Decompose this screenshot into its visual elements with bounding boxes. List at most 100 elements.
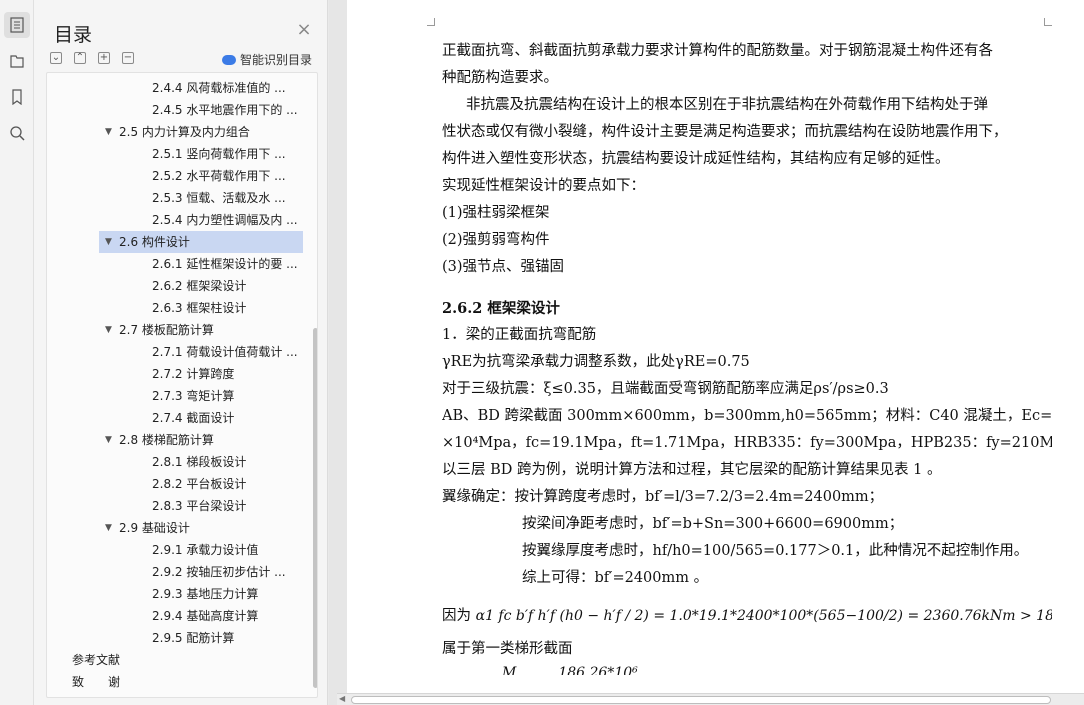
toc-item[interactable]: 2.8.2 平台板设计 — [47, 473, 317, 495]
toc-panel: 目录 × ⌄ ⌃ + − 智能识别目录 2.4.4 风荷载标准值的 ... 2.4… — [34, 0, 328, 705]
search-icon[interactable] — [4, 120, 30, 146]
toc-toolbar: ⌄ ⌃ + − — [50, 52, 134, 64]
page-body: 正截面抗弯、斜截面抗剪承载力要求计算构件的配筋数量。对于钢筋混凝土构件还有各 种配… — [442, 38, 1052, 675]
paragraph: 1．梁的正截面抗弯配筋 — [442, 327, 597, 343]
toc-item-label: 2.7.3 弯矩计算 — [152, 389, 235, 403]
remove-icon[interactable]: − — [122, 52, 134, 64]
chevron-down-icon[interactable]: ▼ — [105, 319, 112, 341]
toc-item[interactable]: 2.6.2 框架梁设计 — [47, 275, 317, 297]
chevron-down-icon[interactable]: ▼ — [105, 517, 112, 539]
toc-item[interactable]: ▼ 2.5 内力计算及内力组合 — [47, 121, 317, 143]
toc-item[interactable]: 2.9.3 基地压力计算 — [47, 583, 317, 605]
toc-item[interactable]: 致 谢 — [47, 671, 317, 693]
paragraph: 按梁间净距考虑时，bf′=b+Sn=300+6600=6900mm； — [522, 516, 904, 532]
toc-item-label: 2.7 楼板配筋计算 — [119, 323, 214, 337]
toc-scrollbar[interactable] — [313, 328, 317, 688]
close-icon[interactable]: × — [296, 21, 312, 39]
cloud-icon — [222, 54, 236, 65]
toc-item[interactable]: 2.7.1 荷载设计值荷载计 ... — [47, 341, 317, 363]
toc-item-label: 2.4.5 水平地震作用下的 ... — [152, 103, 298, 117]
paragraph: 构件进入塑性变形状态，抗震结构要设计成延性结构，其结构应有足够的延性。 — [442, 151, 950, 167]
toc-item[interactable]: 2.4.4 风荷载标准值的 ... — [47, 77, 317, 99]
scroll-left-icon[interactable]: ◀ — [339, 694, 345, 703]
toc-item[interactable]: 2.9.2 按轴压初步估计 ... — [47, 561, 317, 583]
smart-toc-label: 智能识别目录 — [240, 53, 313, 67]
toc-title: 目录 — [54, 24, 93, 46]
paragraph: 以三层 BD 跨为例，说明计算方法和过程，其它层梁的配筋计算结果见表 1 。 — [442, 462, 942, 478]
toc-item[interactable]: ▼ 2.8 楼梯配筋计算 — [47, 429, 317, 451]
toc-item-label: 2.7.2 计算跨度 — [152, 367, 235, 381]
horizontal-scrollbar[interactable]: ◀ — [337, 693, 1084, 705]
paragraph: 对于三级抗震：ξ≤0.35，且端截面受弯钢筋配筋率应满足ρs′/ρs≥0.3 — [442, 381, 889, 397]
toc-item[interactable]: 参考文献 — [47, 649, 317, 671]
folder-tree-icon[interactable] — [4, 48, 30, 74]
document-icon[interactable] — [4, 12, 30, 38]
toc-item[interactable]: ▼ 2.6 构件设计 — [99, 231, 303, 253]
paragraph-group: 正截面抗弯、斜截面抗剪承载力要求计算构件的配筋数量。对于钢筋混凝土构件还有各 种配… — [442, 38, 1052, 592]
paragraph: γRE为抗弯梁承载力调整系数，此处γRE=0.75 — [442, 354, 750, 370]
toc-item-label: 2.5.4 内力塑性调幅及内 ... — [152, 213, 298, 227]
toc-item-label: 2.8.3 平台梁设计 — [152, 499, 247, 513]
toc-item[interactable]: 2.5.3 恒载、活载及水 ... — [47, 187, 317, 209]
toc-item-label: 2.5 内力计算及内力组合 — [119, 125, 250, 139]
toc-item[interactable]: ▼ 2.7 楼板配筋计算 — [47, 319, 317, 341]
toc-item[interactable]: 2.4.5 水平地震作用下的 ... — [47, 99, 317, 121]
chevron-down-icon[interactable]: ▼ — [105, 429, 112, 451]
toc-item-label: 2.8.1 梯段板设计 — [152, 455, 247, 469]
toc-item[interactable]: 2.5.4 内力塑性调幅及内 ... — [47, 209, 317, 231]
toc-item-label: 2.7.4 截面设计 — [152, 411, 235, 425]
side-rail — [0, 0, 34, 705]
add-icon[interactable]: + — [98, 52, 110, 64]
bookmark-icon[interactable] — [4, 84, 30, 110]
toc-item-label: 2.9 基础设计 — [119, 521, 190, 535]
toc-item[interactable]: 2.9.5 配筋计算 — [47, 627, 317, 649]
section-heading: 2.6.2 框架梁设计 — [442, 300, 560, 317]
chevron-down-icon[interactable]: ▼ — [105, 121, 112, 143]
toc-item[interactable]: 2.7.4 截面设计 — [47, 407, 317, 429]
toc-item[interactable]: 2.6.3 框架柱设计 — [47, 297, 317, 319]
toc-item[interactable]: 2.5.1 竖向荷载作用下 ... — [47, 143, 317, 165]
toc-item-label: 2.5.3 恒载、活载及水 ... — [152, 191, 286, 205]
toc-item-label: 2.8 楼梯配筋计算 — [119, 433, 214, 447]
paragraph: 按翼缘厚度考虑时，hf/h0=100/565=0.177＞0.1，此种情况不起控… — [522, 543, 1029, 559]
toc-item[interactable]: 2.7.3 弯矩计算 — [47, 385, 317, 407]
toc-item-label: 2.5.1 竖向荷载作用下 ... — [152, 147, 286, 161]
toc-item-label: 2.6.1 延性框架设计的要 ... — [152, 257, 298, 271]
paragraph: (2)强剪弱弯构件 — [442, 232, 550, 248]
smart-toc-button[interactable]: 智能识别目录 — [222, 51, 312, 68]
toc-item-label: 2.5.2 水平荷载作用下 ... — [152, 169, 286, 183]
paragraph: 翼缘确定：按计算跨度考虑时，bf′=l/3=7.2/3=2.4m=2400mm； — [442, 489, 884, 505]
paragraph: 性状态或仅有微小裂缝，构件设计主要是满足构造要求；而抗震结构在设防地震作用下， — [442, 124, 1008, 140]
toc-item[interactable]: 2.9.4 基础高度计算 — [47, 605, 317, 627]
toc-item-label: 2.9.4 基础高度计算 — [152, 609, 259, 623]
formula-prefix: 因为 — [442, 608, 471, 624]
chevron-down-icon[interactable]: ▼ — [105, 231, 112, 253]
toc-item[interactable]: 2.6.1 延性框架设计的要 ... — [47, 253, 317, 275]
toc-item[interactable]: ▼ 2.9 基础设计 — [47, 517, 317, 539]
paragraph: 实现延性框架设计的要点如下： — [442, 178, 645, 194]
paragraph: 非抗震及抗震结构在设计上的根本区别在于非抗震结构在外荷载作用下结构处于弹 — [466, 97, 988, 113]
paragraph: 综上可得：bf′=2400mm 。 — [522, 570, 709, 586]
margin-corner-right — [1044, 18, 1052, 26]
toc-item[interactable]: 2.8.1 梯段板设计 — [47, 451, 317, 473]
toc-item-label: 2.4.4 风荷载标准值的 ... — [152, 81, 286, 95]
paragraph: 种配筋构造要求。 — [442, 70, 558, 86]
toc-item-label: 2.9.5 配筋计算 — [152, 631, 235, 645]
toc-item[interactable]: 2.9.1 承载力设计值 — [47, 539, 317, 561]
toc-item-label: 致 谢 — [72, 675, 121, 689]
toc-item[interactable]: 2.8.3 平台梁设计 — [47, 495, 317, 517]
toc-item-label: 2.7.1 荷载设计值荷载计 ... — [152, 345, 298, 359]
margin-corner-left — [427, 18, 435, 26]
expand-up-icon[interactable]: ⌃ — [74, 52, 86, 64]
cut-formula-line: M 186.26*10⁶ — [502, 665, 638, 675]
scrollbar-thumb[interactable] — [351, 696, 1051, 704]
paragraph: 正截面抗弯、斜截面抗剪承载力要求计算构件的配筋数量。对于钢筋混凝土构件还有各 — [442, 43, 993, 59]
toc-list: 2.4.4 风荷载标准值的 ... 2.4.5 水平地震作用下的 ... ▼ 2.5 … — [47, 77, 317, 693]
toc-item-label: 参考文献 — [72, 653, 121, 667]
collapse-all-icon[interactable]: ⌄ — [50, 52, 62, 64]
toc-item[interactable]: 2.5.2 水平荷载作用下 ... — [47, 165, 317, 187]
document-area: 正截面抗弯、斜截面抗剪承载力要求计算构件的配筋数量。对于钢筋混凝土构件还有各 种配… — [329, 0, 1084, 705]
toc-item-label: 2.9.2 按轴压初步估计 ... — [152, 565, 286, 579]
paragraph: 属于第一类梯形截面 — [442, 641, 573, 657]
toc-item[interactable]: 2.7.2 计算跨度 — [47, 363, 317, 385]
